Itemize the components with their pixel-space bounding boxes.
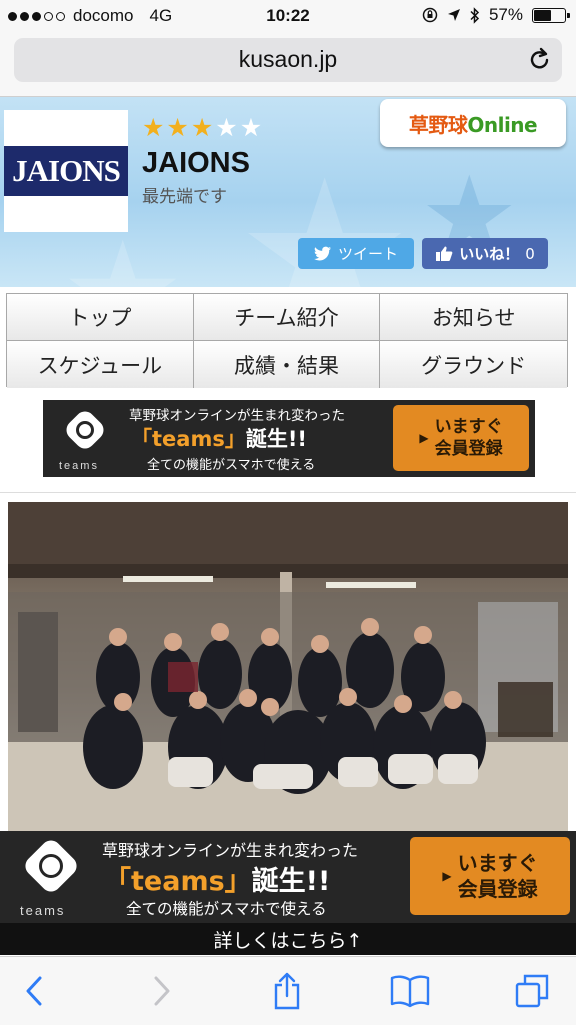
banner-teams-name: 「teams」 — [131, 427, 246, 451]
cta-line1: いますぐ — [457, 851, 538, 875]
twitter-bird-icon — [313, 246, 331, 261]
teams-brand-text: teams — [20, 903, 66, 918]
star-empty-icon: ★ — [215, 113, 240, 142]
star-filled-icon: ★ — [166, 113, 191, 142]
play-arrow-icon: ▶ — [419, 431, 429, 445]
nav-item-news[interactable]: お知らせ — [380, 294, 567, 341]
reload-icon[interactable] — [528, 46, 552, 72]
back-button[interactable] — [12, 971, 56, 1011]
nav-item-results[interactable]: 成績・結果 — [193, 341, 381, 388]
register-now-button[interactable]: ▶ いますぐ 会員登録 — [410, 837, 570, 915]
browser-toolbar — [0, 956, 576, 1025]
teams-promo-banner-large[interactable]: teams 草野球オンラインが生まれ変わった 「teams」誕生!! 全ての機能… — [0, 831, 576, 923]
brand-part2: Online — [467, 112, 538, 137]
teams-brand-text: teams — [59, 460, 99, 472]
team-navigation: トップ チーム紹介 お知らせ スケジュール 成績・結果 グラウンド — [6, 293, 568, 388]
banner-teams-name: 「teams」 — [104, 866, 252, 897]
back-icon — [26, 976, 42, 1006]
banner-feature-text: 全ての機能がスマホで使える — [147, 458, 316, 473]
cta-line2: 会員登録 — [434, 439, 503, 459]
banner-headline: 草野球オンラインが生まれ変わった — [102, 841, 359, 860]
team-name: JAIONS — [142, 147, 250, 179]
banner-launch-text: 誕生!! — [251, 866, 331, 897]
banner-announcement: 「teams」誕生!! — [131, 423, 307, 453]
teams-promo-banner[interactable]: teams 草野球オンラインが生まれ変わった 「teams」誕生!! 全ての機能… — [43, 400, 535, 477]
team-logo: JAIONS — [4, 110, 128, 232]
nav-item-schedule[interactable]: スケジュール — [7, 341, 194, 388]
tabs-icon — [515, 974, 549, 1008]
rating-stars: ★★★★★ — [142, 113, 264, 142]
register-now-button[interactable]: ▶ いますぐ 会員登録 — [393, 405, 529, 471]
star-filled-icon: ★ — [142, 113, 167, 142]
tabs-button[interactable] — [510, 971, 554, 1011]
bluetooth-icon — [470, 6, 480, 24]
team-subtitle: 最先端です — [142, 187, 227, 207]
thumbs-up-icon — [436, 246, 453, 261]
banner-launch-text: 誕生!! — [245, 427, 307, 451]
tweet-label: ツイート — [337, 245, 398, 263]
battery-percent: 57% — [488, 5, 523, 24]
kusaon-online-logo[interactable]: 草野球Online — [380, 99, 566, 147]
team-group-photo — [8, 502, 568, 832]
forward-icon — [154, 976, 170, 1006]
banner-announcement: 「teams」誕生!! — [104, 859, 330, 898]
like-label: いいね！ — [459, 245, 520, 263]
nav-item-team-intro[interactable]: チーム紹介 — [193, 294, 381, 341]
teams-logo-icon — [21, 836, 81, 896]
cta-line1: いますぐ — [434, 417, 503, 437]
nav-item-top[interactable]: トップ — [7, 294, 194, 341]
play-arrow-icon: ▶ — [442, 869, 452, 883]
share-icon — [274, 972, 300, 1010]
like-count: 0 — [525, 244, 535, 263]
status-bar: docomo 4G 10:22 57% — [0, 0, 576, 32]
location-icon — [447, 9, 460, 21]
tweet-button[interactable]: ツイート — [298, 238, 414, 269]
details-link[interactable]: 詳しくはこちら↑ — [0, 923, 576, 955]
nav-item-ground[interactable]: グラウンド — [380, 341, 567, 388]
team-photo — [8, 502, 568, 832]
orientation-lock-icon — [422, 7, 438, 23]
battery-icon — [532, 7, 570, 23]
brand-part1: 草野球 — [408, 112, 468, 137]
browser-address-area: kusaon.jp — [0, 32, 576, 97]
team-logo-text: JAIONS — [12, 153, 121, 188]
url-text[interactable]: kusaon.jp — [14, 46, 562, 73]
bookmarks-button[interactable] — [388, 971, 432, 1011]
banner-headline: 草野球オンラインが生まれ変わった — [129, 408, 345, 424]
banner-feature-text: 全ての機能がスマホで使える — [126, 900, 327, 918]
like-button[interactable]: いいね！ 0 — [422, 238, 548, 269]
star-filled-icon: ★ — [190, 113, 216, 142]
status-right: 57% — [422, 5, 570, 25]
cta-line2: 会員登録 — [457, 877, 538, 901]
star-empty-icon: ★ — [239, 113, 265, 142]
teams-logo-icon — [62, 407, 108, 453]
address-bar[interactable]: kusaon.jp — [14, 38, 562, 82]
share-button[interactable] — [265, 971, 309, 1011]
forward-button[interactable] — [140, 971, 184, 1011]
team-photo-frame — [0, 492, 576, 833]
bookmarks-icon — [390, 975, 430, 1008]
team-header: ★ ★ ★ JAIONS ★★★★★ JAIONS 最先端です 草野球Onlin… — [0, 97, 576, 287]
